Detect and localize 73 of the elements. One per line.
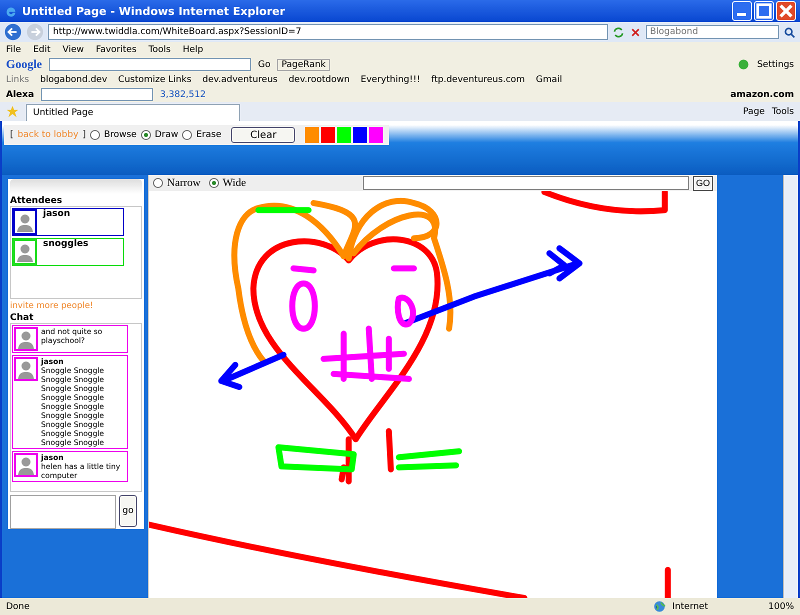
google-logo: Google bbox=[6, 57, 42, 72]
amazon-logo: amazon.com bbox=[730, 90, 794, 100]
chat-heading: Chat bbox=[10, 312, 34, 323]
security-zone: Internet bbox=[672, 602, 710, 612]
menu-item[interactable]: Help bbox=[182, 44, 204, 54]
window-title: Untitled Page - Windows Internet Explorer bbox=[22, 4, 286, 18]
status-text: Done bbox=[6, 602, 30, 612]
settings-dot-icon bbox=[737, 58, 750, 71]
menu-item[interactable]: Edit bbox=[33, 44, 50, 54]
mode-label: Erase bbox=[196, 130, 222, 140]
color-swatch[interactable] bbox=[305, 127, 320, 143]
go-button[interactable]: Go bbox=[258, 60, 270, 70]
mode-label: Browse bbox=[104, 130, 137, 140]
whiteboard-canvas[interactable]: Narrow Wide GO bbox=[148, 175, 717, 598]
alexa-logo: Alexa bbox=[6, 90, 34, 100]
scroll-bar[interactable] bbox=[783, 175, 798, 598]
alexa-rank: 3,382,512 bbox=[160, 90, 206, 100]
search-icon[interactable] bbox=[783, 26, 796, 38]
attendee-name: jason bbox=[43, 208, 70, 221]
bracket-text: ] bbox=[82, 130, 86, 140]
mode-label: Draw bbox=[154, 130, 178, 140]
alexa-search-field[interactable] bbox=[41, 88, 154, 101]
favorite-link[interactable]: Everything!!! bbox=[356, 74, 420, 84]
pagerank-button[interactable]: PageRank bbox=[277, 58, 330, 70]
attendees-heading: Attendees bbox=[10, 196, 64, 206]
menu-item[interactable]: Favorites bbox=[96, 44, 137, 54]
minimize-icon bbox=[737, 13, 746, 16]
color-swatch[interactable] bbox=[321, 127, 336, 143]
zoom-level[interactable]: 100% bbox=[768, 602, 794, 612]
search-field[interactable]: Blogabond bbox=[646, 25, 779, 39]
browser-tab[interactable]: Untitled Page bbox=[26, 104, 240, 121]
chat-input[interactable] bbox=[10, 495, 116, 529]
color-swatch[interactable] bbox=[369, 127, 384, 143]
star-icon[interactable] bbox=[6, 105, 19, 118]
bracket-text: [ bbox=[10, 130, 14, 140]
favorite-link[interactable]: Gmail bbox=[532, 74, 562, 84]
close-icon bbox=[777, 2, 795, 20]
favorite-link[interactable]: Customize Links bbox=[114, 74, 192, 84]
page-menu-button[interactable]: Page bbox=[743, 106, 765, 116]
color-swatch[interactable] bbox=[353, 127, 368, 143]
text-field[interactable] bbox=[362, 176, 689, 190]
menu-item[interactable]: View bbox=[62, 44, 84, 54]
width-radio[interactable] bbox=[153, 178, 163, 188]
globe-icon bbox=[653, 600, 666, 613]
address-field[interactable]: http://www.twiddla.com/WhiteBoard.aspx?SessionID=7 bbox=[48, 24, 608, 40]
favorite-link[interactable]: blogabond.dev bbox=[36, 74, 108, 84]
clear-button[interactable]: Clear bbox=[231, 127, 296, 143]
settings-button[interactable]: Settings bbox=[757, 60, 794, 70]
favorite-link[interactable]: dev.rootdown bbox=[284, 74, 350, 84]
maximize-icon bbox=[755, 2, 773, 20]
width-label: Narrow bbox=[167, 177, 201, 189]
tools-menu-button[interactable]: Tools bbox=[772, 106, 794, 116]
send-button[interactable]: go bbox=[119, 495, 137, 527]
back-icon[interactable] bbox=[4, 23, 22, 41]
refresh-icon[interactable] bbox=[612, 26, 625, 38]
mode-radio[interactable] bbox=[90, 130, 100, 140]
close-button[interactable] bbox=[776, 1, 796, 21]
width-radio[interactable] bbox=[208, 178, 219, 188]
links-label: Links bbox=[6, 74, 30, 84]
stop-icon[interactable] bbox=[629, 26, 642, 38]
mode-radio[interactable] bbox=[140, 130, 151, 140]
favorite-link[interactable]: dev.adventureus bbox=[198, 74, 278, 84]
go-button[interactable]: GO bbox=[692, 176, 713, 190]
minimize-button[interactable] bbox=[732, 1, 752, 21]
color-swatch[interactable] bbox=[337, 127, 352, 143]
attendee-name: snoggles bbox=[43, 238, 88, 251]
menu-item[interactable]: Tools bbox=[148, 44, 171, 54]
favorite-link[interactable]: ftp.deventureus.com bbox=[427, 74, 525, 84]
google-search-field[interactable] bbox=[49, 58, 251, 71]
menu-item[interactable]: File bbox=[6, 44, 22, 54]
mode-radio[interactable] bbox=[182, 130, 192, 140]
maximize-button[interactable] bbox=[754, 1, 774, 21]
width-label: Wide bbox=[222, 177, 246, 189]
